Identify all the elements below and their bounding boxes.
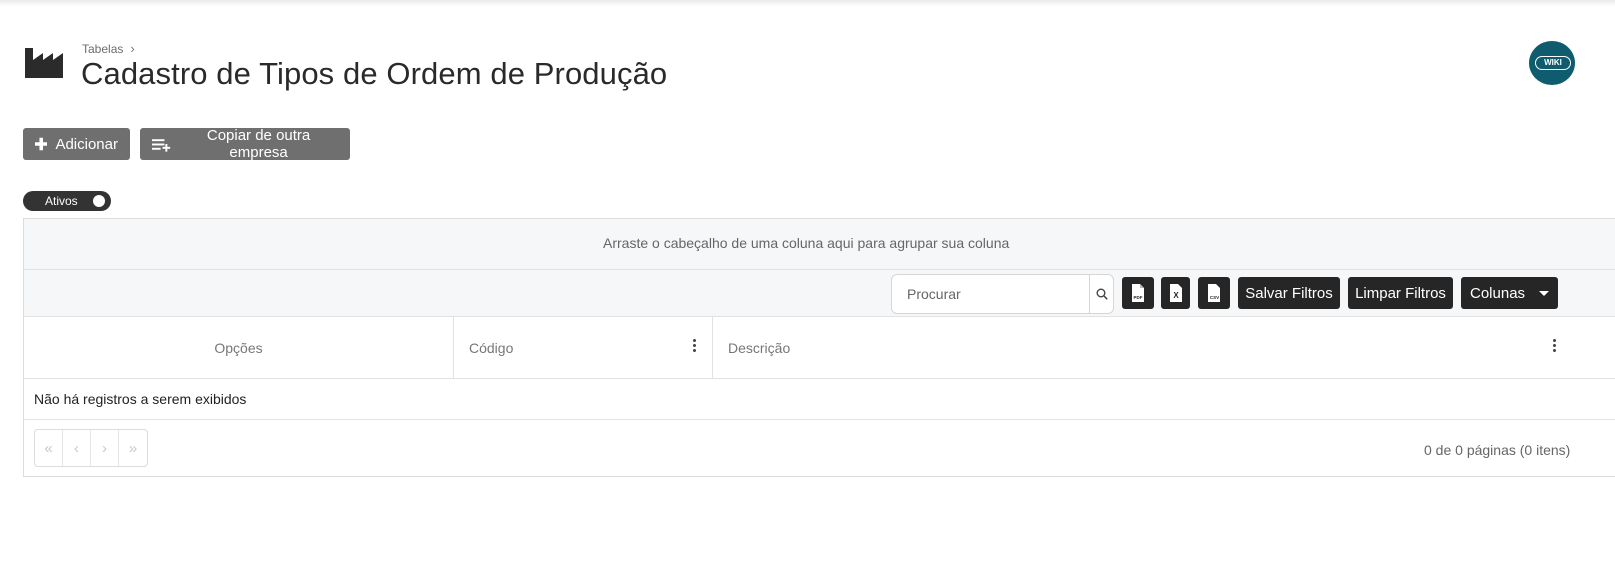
svg-text:CSV: CSV [1210, 295, 1219, 300]
group-panel-text: Arraste o cabeçalho de uma coluna aqui p… [603, 235, 1010, 251]
column-header-descricao[interactable]: Descrição [713, 317, 1563, 378]
toggle-knob [93, 195, 105, 207]
first-page-button[interactable]: « [35, 430, 63, 466]
csv-file-icon: CSV [1208, 284, 1220, 302]
column-menu-icon[interactable] [693, 339, 697, 352]
wiki-label: WIKI [1535, 56, 1571, 70]
columns-button-label: Colunas [1470, 284, 1526, 302]
search-input[interactable] [892, 275, 1090, 313]
search-box [891, 274, 1114, 314]
breadcrumb: Tabelas › [82, 41, 135, 56]
caret-down-icon [1539, 290, 1550, 296]
export-csv-button[interactable]: CSV [1198, 277, 1230, 309]
playlist-add-icon [152, 139, 171, 152]
add-button-label: Adicionar [55, 135, 118, 153]
plus-icon [35, 137, 48, 151]
pagination-info: 0 de 0 páginas (0 itens) [1424, 442, 1571, 458]
page-title: Cadastro de Tipos de Ordem de Produção [81, 56, 668, 91]
pagination-controls: « ‹ › » [34, 429, 148, 467]
column-header-opcoes[interactable]: Opções [24, 317, 454, 378]
column-header-label: Opções [214, 339, 263, 356]
clear-filters-button[interactable]: Limpar Filtros [1348, 277, 1453, 309]
empty-message: Não há registros a serem exibidos [24, 379, 1615, 420]
top-shadow [0, 0, 1615, 6]
last-page-button[interactable]: » [119, 430, 147, 466]
copy-button-label: Copiar de outra empresa [206, 127, 311, 161]
data-grid: Arraste o cabeçalho de uma coluna aqui p… [23, 218, 1615, 477]
export-excel-button[interactable]: X [1161, 277, 1190, 309]
excel-file-icon: X [1169, 284, 1182, 302]
breadcrumb-tabelas[interactable]: Tabelas [82, 42, 123, 56]
grid-toolbar: PDF X CSV Salvar Filtros Limpar Filtros … [24, 270, 1615, 317]
columns-button[interactable]: Colunas [1461, 277, 1558, 309]
svg-text:PDF: PDF [1134, 295, 1143, 300]
pdf-file-icon: PDF [1132, 284, 1144, 302]
column-menu-icon[interactable] [1553, 339, 1557, 352]
search-icon [1096, 288, 1108, 300]
column-header-label: Código [469, 339, 514, 356]
next-page-button[interactable]: › [91, 430, 119, 466]
ativos-toggle[interactable]: Ativos [23, 191, 111, 211]
chevron-right-icon: › [130, 41, 135, 56]
toggle-label: Ativos [45, 194, 78, 208]
grid-header-row: Opções Código Descrição [24, 317, 1615, 379]
prev-page-button[interactable]: ‹ [63, 430, 91, 466]
export-pdf-button[interactable]: PDF [1122, 277, 1154, 309]
column-header-label: Descrição [728, 339, 791, 356]
copy-from-company-button[interactable]: Copiar de outra empresa [140, 127, 350, 161]
svg-text:X: X [1173, 291, 1179, 300]
search-button[interactable] [1089, 275, 1113, 313]
factory-icon [25, 48, 63, 78]
save-filters-button[interactable]: Salvar Filtros [1238, 277, 1340, 309]
add-button[interactable]: Adicionar [23, 128, 130, 160]
wiki-button[interactable]: WIKI [1529, 41, 1575, 85]
column-header-codigo[interactable]: Código [454, 317, 713, 378]
group-panel[interactable]: Arraste o cabeçalho de uma coluna aqui p… [24, 219, 1615, 270]
